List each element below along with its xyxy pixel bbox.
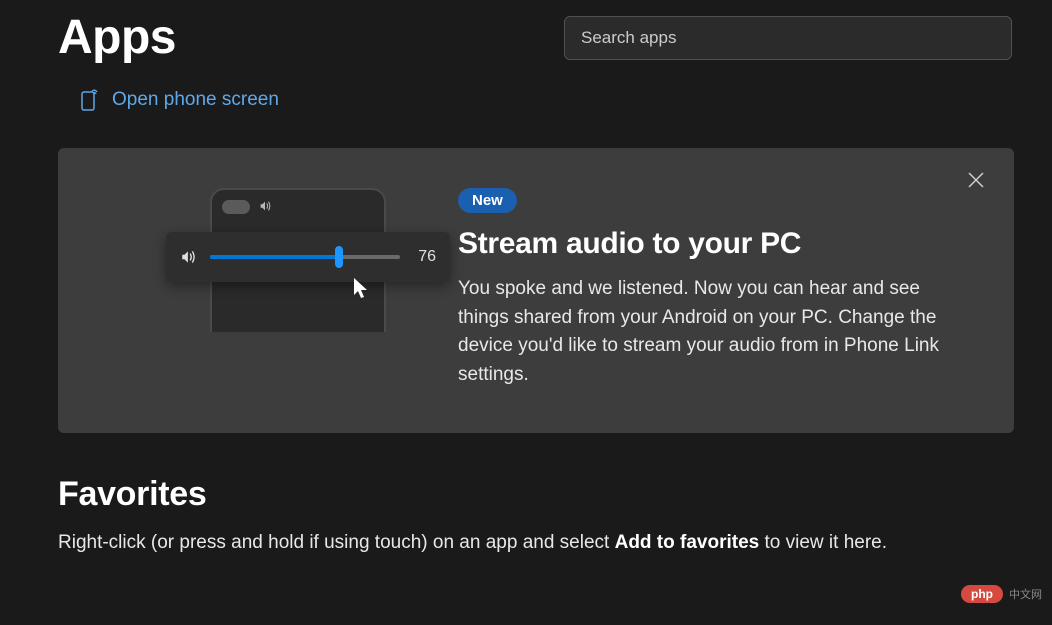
banner-title: Stream audio to your PC xyxy=(458,227,964,261)
phone-icon xyxy=(80,89,98,111)
favorites-section: Favorites Right-click (or press and hold… xyxy=(58,475,1014,557)
feature-banner: 76 New Stream audio to your PC You spoke… xyxy=(58,148,1014,433)
favorites-hint-suffix: to view it here. xyxy=(759,532,887,553)
phone-notch xyxy=(222,200,250,214)
banner-close-button[interactable] xyxy=(966,170,986,190)
search-input[interactable] xyxy=(564,16,1012,60)
volume-panel: 76 xyxy=(166,232,450,282)
banner-description: You spoke and we listened. Now you can h… xyxy=(458,275,964,389)
volume-value: 76 xyxy=(412,248,436,266)
favorites-hint-bold: Add to favorites xyxy=(615,532,760,553)
cursor-icon xyxy=(354,278,370,300)
close-icon xyxy=(966,170,986,190)
volume-slider-thumb xyxy=(335,246,343,268)
open-phone-screen-label: Open phone screen xyxy=(112,89,279,111)
volume-slider-fill xyxy=(210,255,339,259)
volume-icon xyxy=(180,248,198,266)
open-phone-screen-link[interactable]: Open phone screen xyxy=(80,89,279,111)
volume-slider xyxy=(210,255,400,259)
favorites-hint: Right-click (or press and hold if using … xyxy=(58,530,1014,557)
new-badge: New xyxy=(458,188,517,213)
watermark-badge: php xyxy=(961,585,1003,603)
watermark-text: 中文网 xyxy=(1009,586,1042,602)
watermark: php 中文网 xyxy=(961,585,1042,603)
page-title: Apps xyxy=(58,10,176,65)
favorites-hint-prefix: Right-click (or press and hold if using … xyxy=(58,532,615,553)
speaker-icon xyxy=(258,199,272,213)
banner-content: New Stream audio to your PC You spoke an… xyxy=(458,188,964,389)
banner-illustration: 76 xyxy=(108,188,408,389)
favorites-title: Favorites xyxy=(58,475,1014,514)
